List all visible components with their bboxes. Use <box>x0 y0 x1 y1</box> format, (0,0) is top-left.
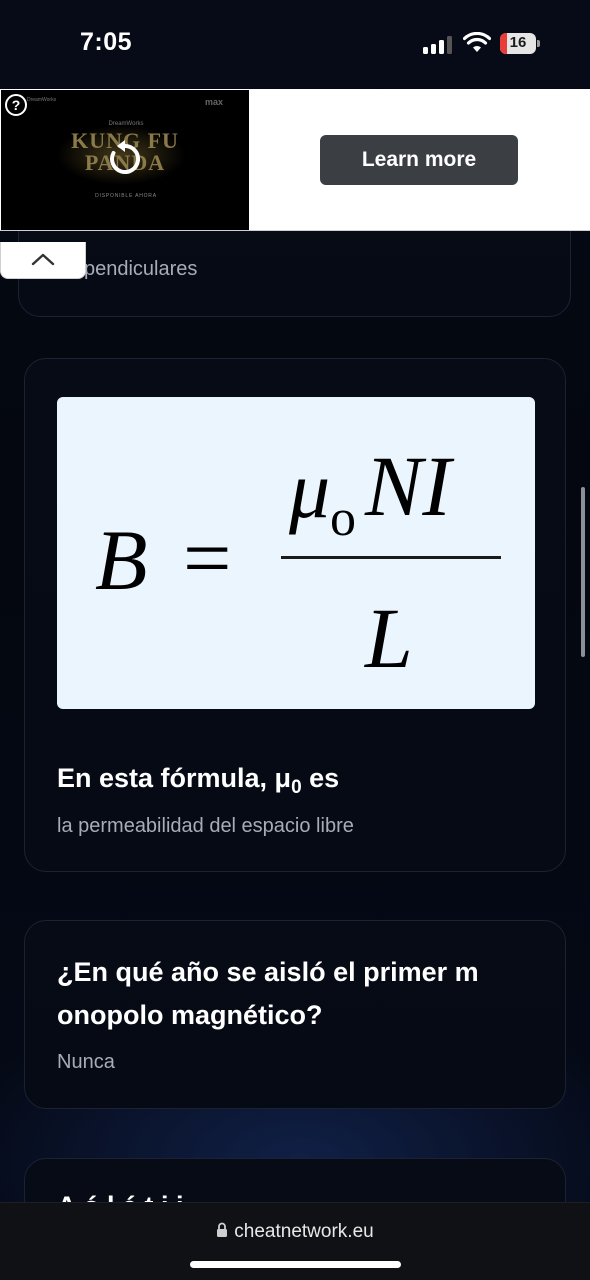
status-bar: 7:05 16 <box>0 0 590 88</box>
battery-level: 16 <box>509 34 527 51</box>
formula-lhs: B <box>95 512 148 608</box>
ad-banner[interactable]: DreamWorks max DreamWorks KUNG FU PANDA … <box>0 89 590 231</box>
formula-numerator-rest: NI <box>364 438 454 534</box>
cellular-signal-icon <box>423 34 453 54</box>
wifi-icon <box>463 32 491 52</box>
question-mark-icon[interactable]: ? <box>5 94 27 116</box>
scrollbar[interactable] <box>581 487 585 657</box>
replay-icon[interactable] <box>105 138 145 178</box>
ad-studio-small: DreamWorks <box>27 97 57 103</box>
browser-bottom-bar: cheatnetwork.eu <box>0 1202 590 1280</box>
formula-question: En esta fórmula, μ0 es <box>57 763 340 798</box>
formula-answer: la permeabilidad del espacio libre <box>57 815 354 837</box>
monopolo-answer: Nunca <box>57 1051 115 1073</box>
ad-collapse-button[interactable] <box>0 242 86 279</box>
url-text: cheatnetwork.eu <box>234 1221 374 1242</box>
home-indicator[interactable] <box>190 1261 401 1268</box>
formula-mu-subscript: o <box>330 490 356 547</box>
question-card-formula: B = μ o NI L En esta fórmula, μ0 es la p… <box>24 358 566 872</box>
formula-denominator: L <box>363 590 413 686</box>
ad-brand-logo: max <box>205 97 224 107</box>
ad-video[interactable]: DreamWorks max DreamWorks KUNG FU PANDA … <box>1 90 249 230</box>
battery-icon: 16 <box>500 33 540 54</box>
lock-icon <box>217 1222 228 1237</box>
previous-answer: pendiculares <box>84 258 198 280</box>
monopolo-question: ¿En qué año se aisló el primer m onopolo… <box>57 957 479 1030</box>
url-display[interactable]: cheatnetwork.eu <box>0 1221 590 1243</box>
learn-more-button[interactable]: Learn more <box>320 135 518 185</box>
status-time: 7:05 <box>80 28 133 56</box>
formula-image: B = μ o NI L <box>57 397 535 709</box>
chevron-up-icon <box>31 253 55 266</box>
page: 7:05 16 pendiculares DreamWorks max Drea… <box>0 0 590 1280</box>
formula-mu: μ <box>288 444 330 535</box>
formula-fraction-line <box>281 556 501 559</box>
ad-studio: DreamWorks <box>108 121 144 127</box>
question-card-monopolo: ¿En qué año se aisló el primer m onopolo… <box>24 920 566 1109</box>
formula-equals: = <box>183 510 232 606</box>
ad-availability: DISPONIBLE AHORA <box>95 193 157 199</box>
